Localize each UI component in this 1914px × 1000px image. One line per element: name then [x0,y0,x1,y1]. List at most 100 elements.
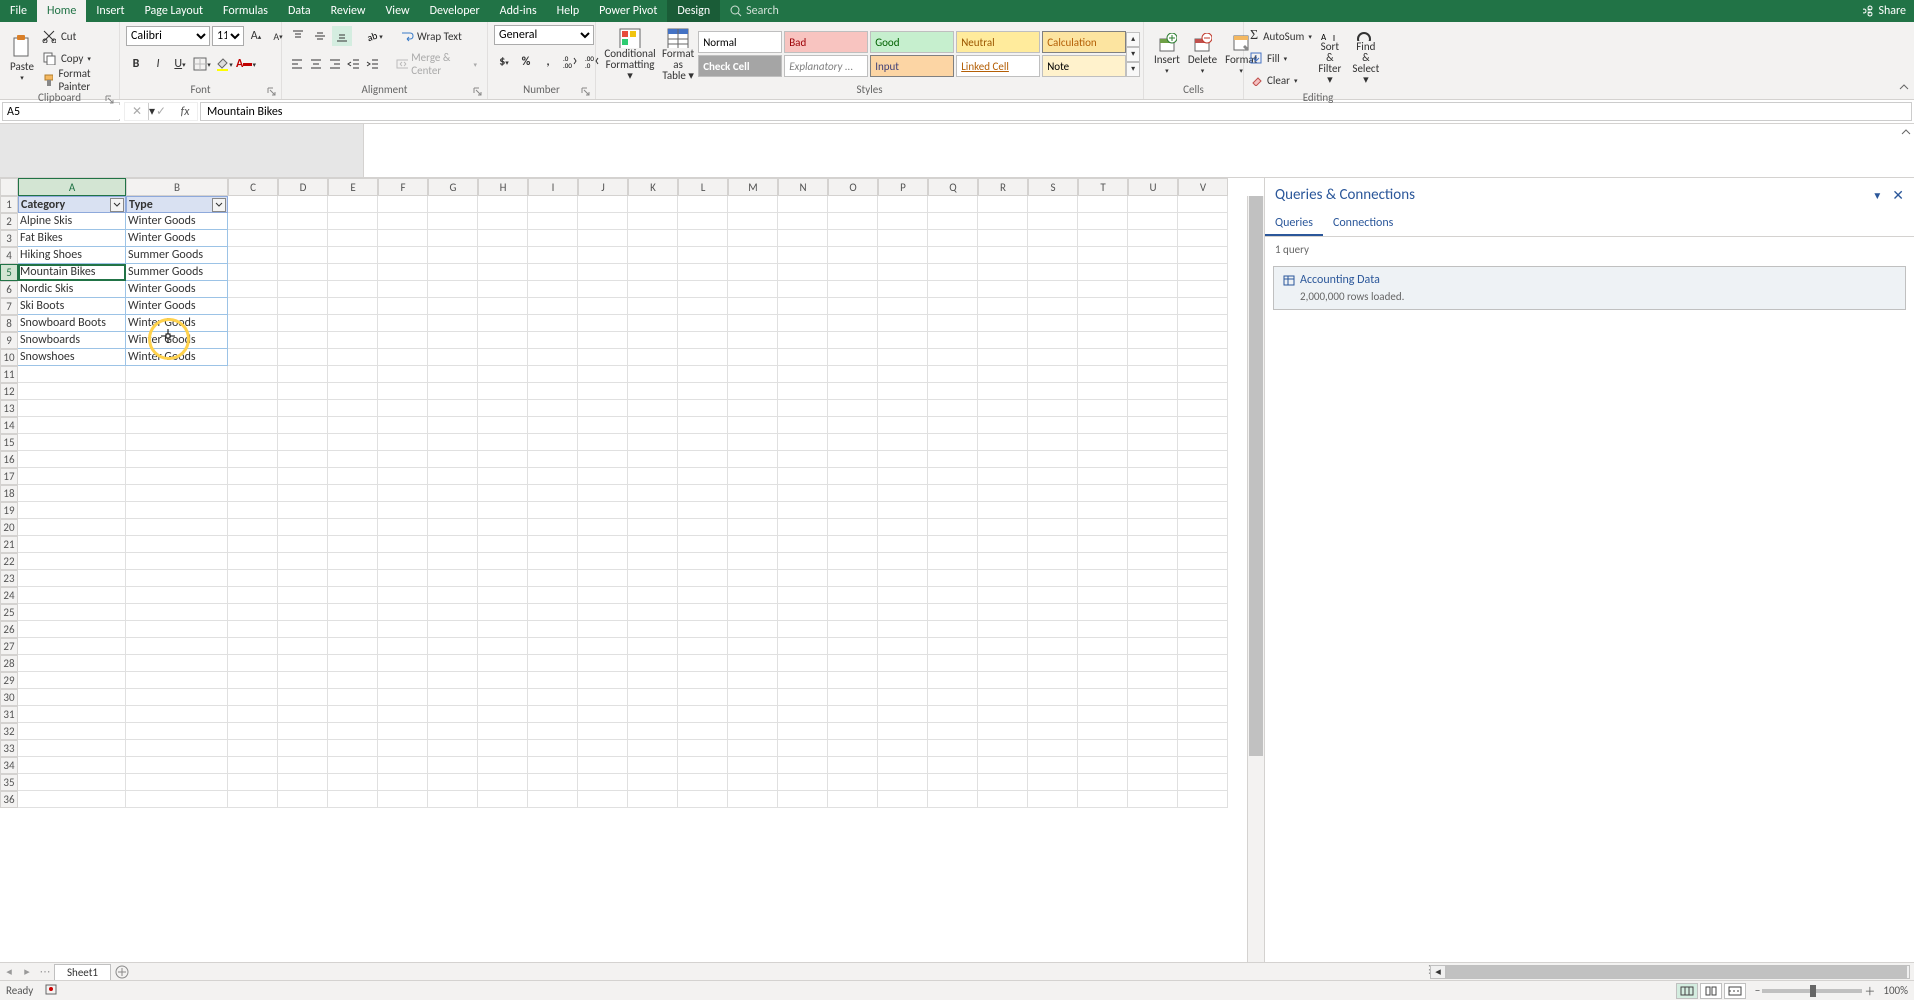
cell-A29[interactable] [18,672,126,689]
cell-I33[interactable] [528,740,578,757]
cell-J17[interactable] [578,468,628,485]
cell-F6[interactable] [378,281,428,298]
cell-N36[interactable] [778,791,828,808]
cell-R24[interactable] [978,587,1028,604]
row-header-7[interactable]: 7 [0,298,18,315]
cell-L29[interactable] [678,672,728,689]
cell-K10[interactable] [628,349,678,366]
cell-Q4[interactable] [928,247,978,264]
cell-M36[interactable] [728,791,778,808]
cell-A17[interactable] [18,468,126,485]
cell-U23[interactable] [1128,570,1178,587]
cell-P21[interactable] [878,536,928,553]
cell-N5[interactable] [778,264,828,281]
cell-S13[interactable] [1028,400,1078,417]
cell-V36[interactable] [1178,791,1228,808]
cell-O18[interactable] [828,485,878,502]
row-header-10[interactable]: 10 [0,349,18,366]
cell-H35[interactable] [478,774,528,791]
align-bottom-button[interactable] [332,26,352,46]
cell-T8[interactable] [1078,315,1128,332]
cell-M18[interactable] [728,485,778,502]
cell-Q9[interactable] [928,332,978,349]
cell-K18[interactable] [628,485,678,502]
cell-K35[interactable] [628,774,678,791]
cell-U31[interactable] [1128,706,1178,723]
cell-P4[interactable] [878,247,928,264]
cell-C3[interactable] [228,230,278,247]
cell-H26[interactable] [478,621,528,638]
cell-E32[interactable] [328,723,378,740]
cell-A19[interactable] [18,502,126,519]
cell-V18[interactable] [1178,485,1228,502]
cell-O36[interactable] [828,791,878,808]
cell-P20[interactable] [878,519,928,536]
cell-O5[interactable] [828,264,878,281]
cell-U16[interactable] [1128,451,1178,468]
cell-E29[interactable] [328,672,378,689]
cell-H13[interactable] [478,400,528,417]
cell-L27[interactable] [678,638,728,655]
cell-R17[interactable] [978,468,1028,485]
cell-N6[interactable] [778,281,828,298]
cell-I14[interactable] [528,417,578,434]
cell-J36[interactable] [578,791,628,808]
clipboard-dialog-launcher[interactable] [103,93,115,105]
cell-J1[interactable] [578,196,628,213]
queries-tab-queries[interactable]: Queries [1265,212,1323,236]
cell-L12[interactable] [678,383,728,400]
cell-T14[interactable] [1078,417,1128,434]
cell-S33[interactable] [1028,740,1078,757]
cell-K20[interactable] [628,519,678,536]
cell-B7[interactable]: Winter Goods [126,298,228,315]
cell-G26[interactable] [428,621,478,638]
queries-panel-close[interactable]: ✕ [1892,187,1904,204]
cell-C23[interactable] [228,570,278,587]
cell-E19[interactable] [328,502,378,519]
conditional-formatting-button[interactable]: ConditionalFormatting ▾ [602,25,658,83]
cell-I26[interactable] [528,621,578,638]
cell-U4[interactable] [1128,247,1178,264]
cell-N25[interactable] [778,604,828,621]
column-header-J[interactable]: J [578,178,628,196]
cell-J6[interactable] [578,281,628,298]
column-header-C[interactable]: C [228,178,278,196]
cell-R6[interactable] [978,281,1028,298]
cell-P24[interactable] [878,587,928,604]
cell-K12[interactable] [628,383,678,400]
cell-L2[interactable] [678,213,728,230]
cell-K19[interactable] [628,502,678,519]
cell-V9[interactable] [1178,332,1228,349]
align-center-button[interactable] [307,54,324,74]
cell-I27[interactable] [528,638,578,655]
cell-D6[interactable] [278,281,328,298]
cell-C33[interactable] [228,740,278,757]
cell-M5[interactable] [728,264,778,281]
cell-A18[interactable] [18,485,126,502]
cell-I24[interactable] [528,587,578,604]
filter-type[interactable] [212,198,226,212]
cell-T27[interactable] [1078,638,1128,655]
cell-N23[interactable] [778,570,828,587]
row-header-2[interactable]: 2 [0,213,18,230]
increase-indent-button[interactable] [365,54,382,74]
cell-N4[interactable] [778,247,828,264]
cell-J26[interactable] [578,621,628,638]
cell-I36[interactable] [528,791,578,808]
cell-D22[interactable] [278,553,328,570]
number-dialog-launcher[interactable] [579,85,591,97]
cell-I31[interactable] [528,706,578,723]
cell-G14[interactable] [428,417,478,434]
tab-home[interactable]: Home [37,0,86,22]
cell-U14[interactable] [1128,417,1178,434]
cell-H9[interactable] [478,332,528,349]
cell-Q35[interactable] [928,774,978,791]
row-header-19[interactable]: 19 [0,502,18,519]
increase-font-button[interactable]: A▴ [246,26,266,46]
cell-T2[interactable] [1078,213,1128,230]
cell-O7[interactable] [828,298,878,315]
collapse-formula-bar-button[interactable] [1900,126,1912,142]
cell-F18[interactable] [378,485,428,502]
cell-T34[interactable] [1078,757,1128,774]
format-painter-button[interactable]: Format Painter [42,69,113,91]
